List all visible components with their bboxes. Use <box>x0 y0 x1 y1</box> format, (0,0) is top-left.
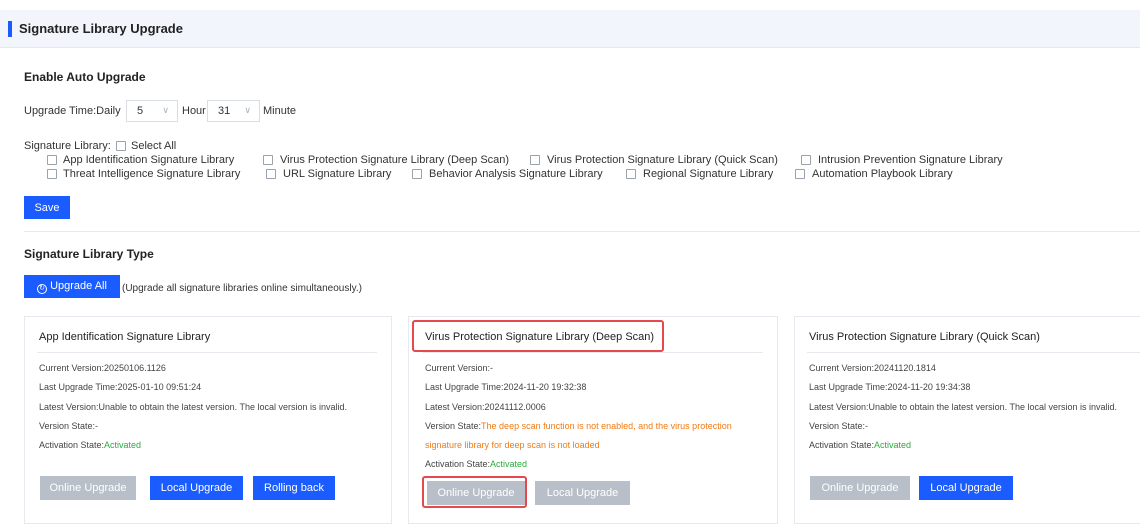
last-upgrade-time: Last Upgrade Time:2025-01-10 09:51:24 <box>39 382 202 392</box>
library-option-label: Behavior Analysis Signature Library <box>429 168 603 180</box>
library-card-virus-quick-scan: Virus Protection Signature Library (Quic… <box>794 316 1140 524</box>
checkbox-app-identification[interactable] <box>47 155 57 165</box>
checkbox-regional-signature[interactable] <box>626 169 636 179</box>
local-upgrade-button[interactable]: Local Upgrade <box>535 481 630 505</box>
card-title: App Identification Signature Library <box>39 331 211 343</box>
activation-state-label: Activation State: <box>809 440 875 450</box>
online-upgrade-button[interactable]: Online Upgrade <box>40 476 136 500</box>
highlight-box-card-title <box>412 320 664 352</box>
page-title: Signature Library Upgrade <box>19 21 183 36</box>
version-state-value: - <box>865 421 869 431</box>
version-state-value: - <box>95 421 99 431</box>
activation-state: Activation State:Activated <box>425 458 527 470</box>
library-option-label: Automation Playbook Library <box>812 168 953 180</box>
upgrade-all-label: Upgrade All <box>50 279 107 292</box>
header-accent-bar <box>8 21 12 37</box>
library-card-app-identification: App Identification Signature Library Cur… <box>24 316 392 524</box>
activation-state-value: Activated <box>104 440 142 450</box>
select-all-checkbox[interactable] <box>116 141 126 151</box>
upgrade-all-button[interactable]: ↻ Upgrade All <box>24 275 120 298</box>
library-option-label: Threat Intelligence Signature Library <box>63 168 241 180</box>
local-upgrade-button[interactable]: Local Upgrade <box>150 476 243 500</box>
card-title: Virus Protection Signature Library (Quic… <box>809 331 1040 343</box>
current-version: Current Version:- <box>425 363 494 373</box>
checkbox-virus-deep-scan[interactable] <box>263 155 273 165</box>
card-divider <box>423 352 763 353</box>
auto-upgrade-title: Enable Auto Upgrade <box>24 70 146 84</box>
hour-select-value: 5 <box>137 105 144 117</box>
library-option-label: URL Signature Library <box>283 168 392 180</box>
checkbox-threat-intelligence[interactable] <box>47 169 57 179</box>
activation-state-label: Activation State: <box>39 440 105 450</box>
upgrade-time-label: Upgrade Time:Daily <box>24 105 121 117</box>
card-divider <box>37 352 377 353</box>
library-option-label: Regional Signature Library <box>643 168 774 180</box>
chevron-down-icon: ∨ <box>162 105 169 115</box>
minute-select[interactable]: 31 ∨ <box>207 100 260 122</box>
version-state-label: Version State: <box>39 421 96 431</box>
library-option-label: Intrusion Prevention Signature Library <box>818 154 1003 166</box>
minute-label: Minute <box>263 105 297 117</box>
checkbox-behavior-analysis[interactable] <box>412 169 422 179</box>
latest-version: Latest Version:Unable to obtain the late… <box>39 402 348 412</box>
select-all-label: Select All <box>131 140 177 152</box>
current-version: Current Version:20250106.1126 <box>39 363 166 373</box>
last-upgrade-time: Last Upgrade Time:2024-11-20 19:34:38 <box>809 382 971 392</box>
activation-state-value: Activated <box>490 459 528 469</box>
hour-label: Hour <box>182 105 206 117</box>
checkbox-automation-playbook[interactable] <box>795 169 805 179</box>
version-state-label: Version State: <box>425 421 482 431</box>
version-state-value: The deep scan function is not enabled, a… <box>481 421 732 431</box>
version-state: Version State:- <box>809 420 868 432</box>
online-upgrade-button[interactable]: Online Upgrade <box>810 476 910 500</box>
upgrade-all-hint: (Upgrade all signature libraries online … <box>122 283 362 294</box>
card-divider <box>807 352 1140 353</box>
version-state-label: Version State: <box>809 421 866 431</box>
rolling-back-button[interactable]: Rolling back <box>253 476 335 500</box>
hour-select[interactable]: 5 ∨ <box>126 100 178 122</box>
checkbox-url-signature[interactable] <box>266 169 276 179</box>
local-upgrade-button[interactable]: Local Upgrade <box>919 476 1013 500</box>
library-option-label: Virus Protection Signature Library (Quic… <box>547 154 778 166</box>
latest-version: Latest Version:20241112.0006 <box>425 402 546 412</box>
minute-select-value: 31 <box>218 105 231 117</box>
signature-library-type-title: Signature Library Type <box>24 247 154 261</box>
refresh-circle-icon: ↻ <box>37 283 48 294</box>
signature-library-label: Signature Library: <box>24 140 111 152</box>
checkbox-intrusion-prevention[interactable] <box>801 155 811 165</box>
activation-state-label: Activation State: <box>425 459 491 469</box>
activation-state-value: Activated <box>874 440 912 450</box>
library-option-label: App Identification Signature Library <box>63 154 235 166</box>
library-option-label: Virus Protection Signature Library (Deep… <box>280 154 510 166</box>
version-state: Version State:- <box>39 420 98 432</box>
chevron-down-icon: ∨ <box>244 105 251 115</box>
activation-state: Activation State:Activated <box>809 439 911 451</box>
highlight-box-online-upgrade <box>422 476 527 508</box>
save-button[interactable]: Save <box>24 196 70 219</box>
latest-version: Latest Version:Unable to obtain the late… <box>809 402 1118 412</box>
current-version: Current Version:20241120.1814 <box>809 363 936 373</box>
section-divider <box>24 231 1140 232</box>
version-state-value-continued: signature library for deep scan is not l… <box>425 440 600 450</box>
version-state: Version State:The deep scan function is … <box>425 420 732 432</box>
checkbox-virus-quick-scan[interactable] <box>530 155 540 165</box>
last-upgrade-time: Last Upgrade Time:2024-11-20 19:32:38 <box>425 382 587 392</box>
activation-state: Activation State:Activated <box>39 439 141 451</box>
